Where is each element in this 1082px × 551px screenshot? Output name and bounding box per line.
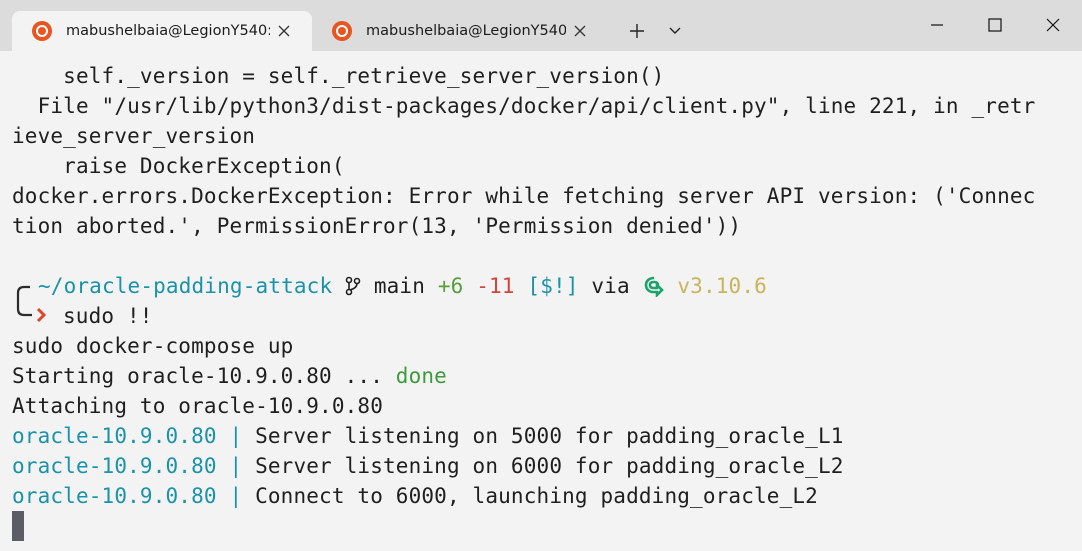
starting-line: Starting oracle-10.9.0.80 ... done: [12, 361, 447, 391]
expanded-command: sudo docker-compose up: [12, 334, 294, 358]
traceback-line: File "/usr/lib/python3/dist-packages/doc…: [12, 94, 1036, 118]
terminal-cursor: [12, 511, 24, 541]
log-line: oracle-10.9.0.80 | Connect to 6000, laun…: [12, 481, 818, 511]
python-icon: [644, 276, 664, 299]
git-branch: main: [373, 274, 426, 298]
log-container: oracle-10.9.0.80 |: [12, 484, 243, 508]
traceback-line: docker.errors.DockerException: Error whi…: [12, 184, 1036, 208]
window-close-icon: [1046, 18, 1060, 32]
prompt-line: ~/oracle-padding-attack main +6 -11 [$!]…: [38, 271, 767, 301]
traceback-line: tion aborted.', PermissionError(13, 'Per…: [12, 214, 742, 238]
git-added: +6: [437, 274, 464, 298]
chevron-down-icon: [669, 27, 681, 34]
prompt-path: ~/oracle-padding-attack: [38, 274, 333, 298]
done-text: done: [395, 364, 447, 388]
prompt-via: via: [591, 274, 630, 298]
starting-text: Starting oracle-10.9.0.80 ...: [12, 364, 396, 388]
log-container: oracle-10.9.0.80 |: [12, 454, 243, 478]
dropdown-button[interactable]: [656, 12, 694, 50]
log-message: Server listening on 6000 for padding_ora…: [242, 454, 844, 478]
git-status: [$!]: [527, 274, 579, 298]
title-bar: mabushelbaia@LegionY540:~ mabushelbaia@L…: [0, 0, 1082, 51]
log-line: oracle-10.9.0.80 | Server listening on 6…: [12, 451, 844, 481]
git-removed: -11: [476, 274, 515, 298]
attaching-line: Attaching to oracle-10.9.0.80: [12, 394, 383, 418]
ubuntu-icon: [32, 21, 52, 41]
python-version: v3.10.6: [677, 274, 767, 298]
new-tab-button[interactable]: [618, 12, 656, 50]
minimize-button[interactable]: [908, 0, 966, 50]
git-branch-icon: [345, 276, 361, 296]
maximize-button[interactable]: [966, 0, 1024, 50]
plus-icon: [630, 24, 644, 38]
log-line: oracle-10.9.0.80 | Server listening on 5…: [12, 421, 844, 451]
log-message: Server listening on 5000 for padding_ora…: [242, 424, 844, 448]
tab-title: mabushelbaia@LegionY540:~/: [366, 23, 566, 39]
minimize-icon: [931, 24, 943, 26]
close-icon[interactable]: [566, 17, 594, 45]
window-close-button[interactable]: [1024, 0, 1082, 50]
log-container: oracle-10.9.0.80 |: [12, 424, 243, 448]
tab-2[interactable]: mabushelbaia@LegionY540:~/: [312, 11, 608, 51]
close-icon[interactable]: [270, 17, 298, 45]
tab-1[interactable]: mabushelbaia@LegionY540:~: [12, 11, 312, 51]
terminal-output[interactable]: self._version = self._retrieve_server_ve…: [0, 51, 1082, 551]
maximize-icon: [988, 18, 1002, 32]
traceback-line: self._version = self._retrieve_server_ve…: [12, 64, 665, 88]
ubuntu-icon: [332, 21, 352, 41]
traceback-line: ieve_server_version: [12, 124, 256, 148]
traceback-line: raise DockerException(: [12, 154, 345, 178]
prompt-command: sudo !!: [63, 304, 153, 328]
log-message: Connect to 6000, launching padding_oracl…: [242, 484, 818, 508]
tab-title: mabushelbaia@LegionY540:~: [66, 23, 270, 39]
